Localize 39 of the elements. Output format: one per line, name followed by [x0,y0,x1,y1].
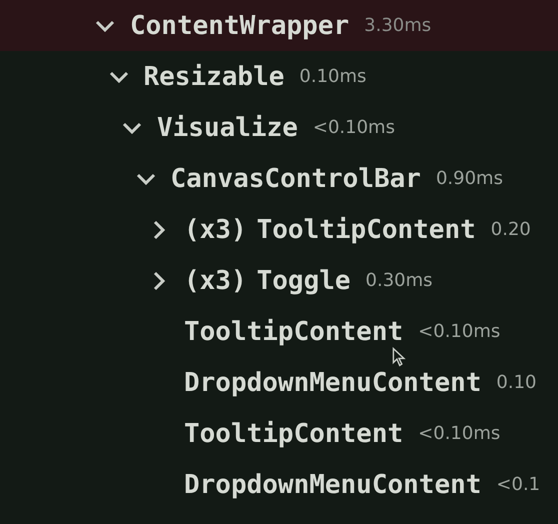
tree-row[interactable]: ContentWrapper 3.30ms [0,0,558,51]
tree-row[interactable]: TooltipContent <0.10ms [0,306,558,357]
mouse-cursor-icon [392,347,406,367]
tree-row[interactable]: CanvasControlBar 0.90ms [0,153,558,204]
component-name: DropdownMenuContent [184,368,482,398]
render-time: 0.10ms [299,66,366,87]
render-time: <0.1 [496,474,540,495]
chevron-right-icon[interactable] [153,270,165,290]
tree-row[interactable]: (x3) TooltipContent 0.20 [0,204,558,255]
chevron-down-icon[interactable] [95,20,115,32]
component-name: Visualize [157,112,298,142]
render-time: 0.90ms [436,168,503,189]
chevron-right-icon[interactable] [153,220,165,240]
component-name: Resizable [144,62,284,92]
component-name: TooltipContent [184,418,404,448]
chevron-down-icon[interactable] [108,70,128,82]
render-count: (x3) [184,266,247,296]
tree-row[interactable]: DropdownMenuContent 0.10 [0,357,558,408]
tree-row[interactable]: Visualize <0.10ms [0,102,558,153]
tree-row[interactable]: (x3) Toggle 0.30ms [0,255,558,306]
component-name: CanvasControlBar [170,164,421,194]
render-time: <0.10ms [418,423,500,444]
chevron-down-icon[interactable] [122,122,142,134]
render-time: 0.10 [496,372,536,393]
tree-row[interactable]: DropdownMenuContent <0.1 [0,459,558,510]
render-count: (x3) [184,214,247,244]
render-time: 0.30ms [366,270,433,291]
tree-row[interactable]: TooltipContent <0.10ms [0,408,558,459]
component-name: Toggle [256,266,351,296]
component-name: TooltipContent [184,316,404,346]
render-time: <0.10ms [312,117,395,138]
render-time: <0.10ms [418,321,500,342]
component-name: DropdownMenuContent [184,470,482,500]
component-name: TooltipContent [256,214,476,244]
render-time: 0.20 [490,219,531,240]
tree-row[interactable]: Resizable 0.10ms [0,51,558,102]
chevron-down-icon[interactable] [136,172,156,184]
component-name: ContentWrapper [130,10,350,40]
render-time: 3.30ms [364,15,432,36]
